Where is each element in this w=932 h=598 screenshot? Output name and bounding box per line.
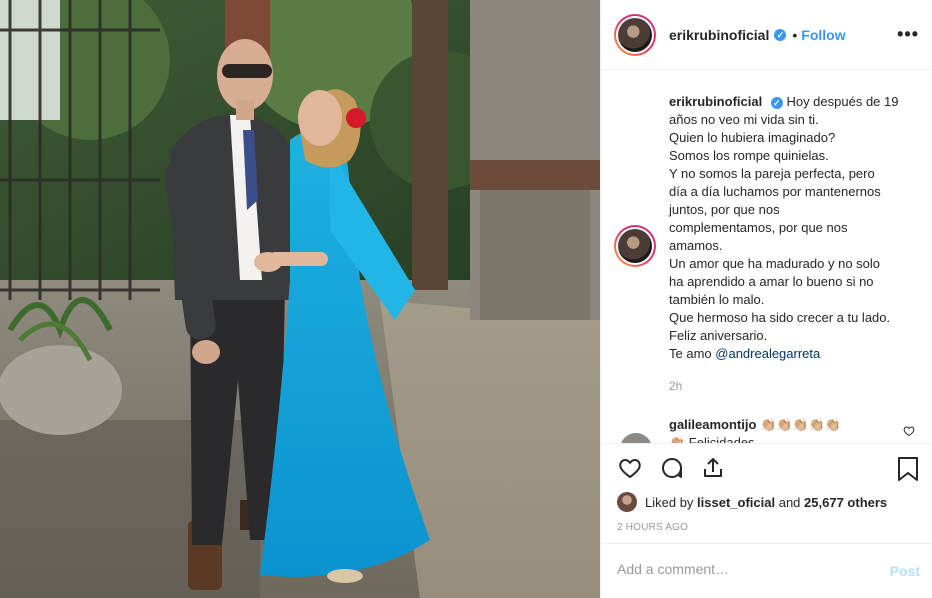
like-heart-icon[interactable]: [617, 456, 643, 485]
comment-username[interactable]: galileamontijo: [669, 417, 756, 432]
caption-line: Que hermoso ha sido crecer a tu lado.: [669, 310, 891, 325]
commenter-avatar[interactable]: [620, 433, 652, 443]
post-sidebar: erikrubinoficial ✓ • Follow ••• erikrubi…: [600, 0, 932, 598]
bookmark-icon[interactable]: [897, 456, 919, 487]
add-comment-input[interactable]: [617, 561, 867, 577]
caption-line: ha aprendido a amar lo bueno si no: [669, 274, 874, 289]
comments-area[interactable]: erikrubinoficial ✓ Hoy después de 19 año…: [601, 71, 932, 443]
share-icon[interactable]: [701, 456, 725, 485]
caption-last-line: Te amo @andrealegarreta: [669, 345, 919, 363]
likes-count[interactable]: 25,677 others: [804, 495, 887, 510]
comment-like-heart-icon[interactable]: [903, 424, 915, 442]
caption-line: Y no somos la pareja perfecta, pero: [669, 166, 875, 181]
add-comment-bar: Post: [601, 543, 932, 598]
author-username[interactable]: erikrubinoficial: [669, 27, 769, 43]
comment-emojis: 👏🏼👏🏼👏🏼👏🏼👏🏼: [760, 417, 841, 432]
comment-icon[interactable]: [659, 456, 685, 485]
caption-author-avatar[interactable]: [614, 225, 656, 267]
comment-item: galileamontijo 👏🏼👏🏼👏🏼👏🏼👏🏼 👏🏼 Felicidades: [669, 416, 899, 443]
liker-username[interactable]: lisset_oficial: [697, 495, 775, 510]
caption-username[interactable]: erikrubinoficial: [669, 94, 762, 109]
author-avatar[interactable]: [614, 13, 656, 56]
likes-prefix: Liked by: [645, 494, 694, 510]
caption-time-ago[interactable]: 2h: [669, 379, 682, 393]
instagram-post: erikrubinoficial ✓ • Follow ••• erikrubi…: [0, 0, 932, 598]
caption-line: complementamos, por que nos: [669, 220, 848, 235]
caption-verified-badge-icon: ✓: [770, 97, 783, 109]
comment-text: 👏🏼 Felicidades: [669, 435, 755, 443]
header-separator: •: [792, 26, 798, 43]
caption-line: años no veo mi vida sin ti.: [669, 112, 819, 127]
author-avatar-image: [618, 17, 652, 52]
follow-button[interactable]: Follow: [801, 27, 845, 43]
caption-line: juntos, por que nos: [669, 202, 780, 217]
post-actions: Liked by lisset_oficial and 25,677 other…: [601, 443, 932, 543]
caption-line: Feliz aniversario.: [669, 328, 768, 343]
caption-line: también lo malo.: [669, 292, 765, 307]
likes-summary[interactable]: Liked by lisset_oficial and 25,677 other…: [617, 492, 887, 512]
couple-photo-illustration: [0, 0, 600, 598]
caption-line: Quien lo hubiera imaginado?: [669, 130, 836, 145]
caption-line: amamos.: [669, 238, 723, 253]
post-comment-button[interactable]: Post: [890, 563, 920, 579]
liker-avatar: [617, 492, 637, 512]
post-timestamp[interactable]: 2 HOURS AGO: [617, 522, 688, 533]
post-photo[interactable]: [0, 0, 600, 598]
caption-mention-link[interactable]: @andrealegarreta: [715, 346, 820, 361]
more-options-icon[interactable]: •••: [897, 25, 919, 43]
post-caption: erikrubinoficial ✓ Hoy después de 19 año…: [669, 93, 919, 363]
likes-middle: and: [778, 494, 801, 510]
verified-badge-icon: ✓: [774, 28, 787, 41]
caption-line: día a día luchamos por mantenernos: [669, 184, 881, 199]
caption-line: Te amo: [669, 346, 712, 361]
caption-line: Hoy después de 19: [786, 94, 899, 109]
post-header: erikrubinoficial ✓ • Follow •••: [601, 0, 932, 70]
caption-line: Un amor que ha madurado y no solo: [669, 256, 881, 271]
caption-line: Somos los rompe quinielas.: [669, 148, 829, 163]
